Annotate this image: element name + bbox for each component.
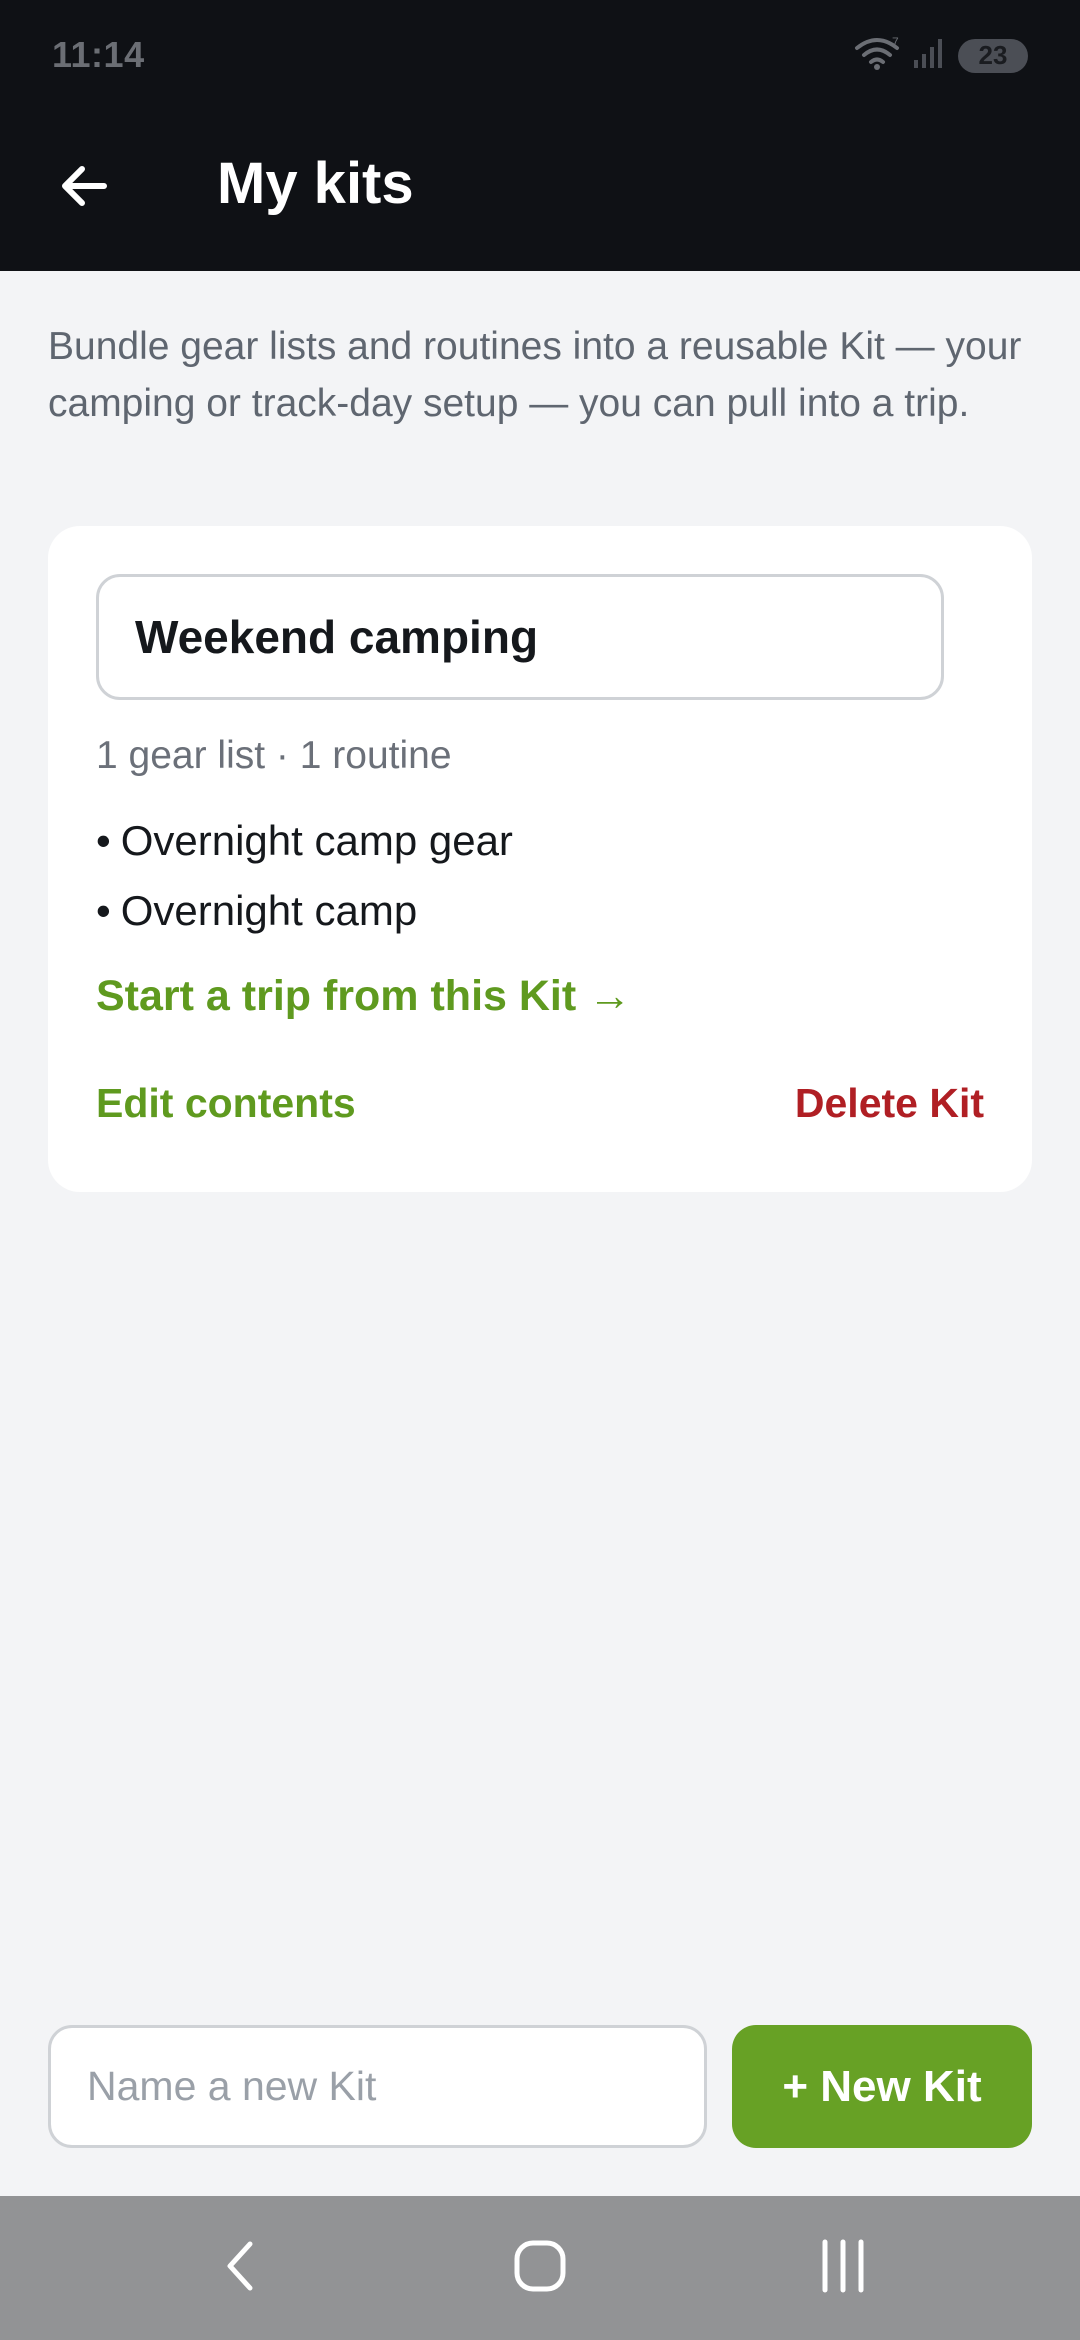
start-trip-link[interactable]: Start a trip from this Kit → [96,972,631,1021]
list-item: • Overnight camp gear [96,806,513,876]
svg-text:7: 7 [892,36,899,49]
status-time: 11:14 [52,34,145,75]
bullet-icon: • [96,887,111,934]
list-item: • Overnight camp [96,876,513,946]
new-kit-button[interactable]: + New Kit [732,2025,1032,2148]
battery-icon: 23 [958,38,1028,73]
status-icons: 7 23 [854,35,1028,75]
home-nav-button[interactable] [500,2232,580,2304]
home-nav-icon [512,2238,568,2299]
new-kit-name-input[interactable] [48,2025,707,2148]
recents-nav-button[interactable] [803,2232,883,2304]
signal-icon [912,36,946,75]
back-nav-icon [220,2238,260,2299]
system-nav-bar [0,2196,1080,2340]
wifi-icon: 7 [854,35,900,75]
arrow-left-icon [56,158,112,219]
kit-item-label: Overnight camp gear [120,817,513,864]
kit-card: Weekend camping 1 gear list · 1 routine … [48,526,1032,1192]
back-button[interactable] [48,152,120,224]
kit-name-field[interactable]: Weekend camping [96,574,944,700]
kit-summary: 1 gear list · 1 routine [96,734,452,777]
delete-kit-link[interactable]: Delete Kit [795,1080,984,1127]
bullet-icon: • [96,817,111,864]
intro-text: Bundle gear lists and routines into a re… [48,325,1022,425]
kit-items-list: • Overnight camp gear • Overnight camp [96,806,513,946]
page-title: My kits [217,151,414,216]
edit-contents-link[interactable]: Edit contents [96,1080,356,1127]
back-nav-button[interactable] [200,2232,280,2304]
kit-item-label: Overnight camp [120,887,418,934]
app-header: 11:14 7 23 My kits [0,0,1080,271]
recents-nav-icon [815,2238,871,2299]
